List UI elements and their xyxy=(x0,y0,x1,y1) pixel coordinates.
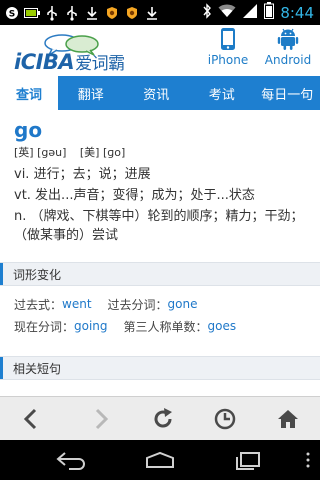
tab-daily-sentence[interactable]: 每日一句 xyxy=(255,76,320,110)
nav-home-button[interactable] xyxy=(140,448,180,472)
refresh-icon xyxy=(154,408,172,428)
battery-full-icon xyxy=(24,5,40,21)
definition-item: vt. 发出...声音；变得；成为；处于...状态 xyxy=(14,188,255,203)
browser-back-button[interactable] xyxy=(17,405,45,433)
overflow-menu-icon[interactable] xyxy=(306,452,310,468)
phonetic-uk[interactable]: [英] [gəu] xyxy=(14,146,66,159)
browser-refresh-button[interactable] xyxy=(149,405,177,433)
browser-history-button[interactable] xyxy=(211,405,239,433)
tab-news[interactable]: 资讯 xyxy=(124,76,190,110)
browser-forward-button[interactable] xyxy=(87,405,115,433)
iciba-logo[interactable]: iCIBA爱词霸 xyxy=(14,31,125,74)
third-person-label: 第三人称单数： xyxy=(123,319,208,334)
logo-wordmark: iCIBA爱词霸 xyxy=(14,49,125,74)
past-participle-label: 过去分词： xyxy=(107,297,168,312)
nav-back-button[interactable] xyxy=(52,448,92,472)
svg-text:S: S xyxy=(9,9,15,19)
home-icon xyxy=(278,410,298,428)
android-icon xyxy=(277,28,299,50)
logo-cn-text: 爱词霸 xyxy=(75,54,125,74)
system-icons: 8:44 xyxy=(202,2,314,23)
section-accent-bar xyxy=(0,263,3,285)
main-tabs: 查词 翻译 资讯 考试 每日一句 xyxy=(0,76,320,110)
tab-lookup[interactable]: 查词 xyxy=(0,76,58,110)
notification-icons: S xyxy=(4,3,160,22)
word-forms-header[interactable]: 词形变化 xyxy=(0,262,320,286)
dictionary-entry: go [英] [gəu] [美] [ɡo] vi. 进行；去；说；进展 vt. … xyxy=(0,110,320,396)
recents-icon xyxy=(236,452,260,470)
iphone-link[interactable]: iPhone xyxy=(200,27,256,73)
tab-exam[interactable]: 考试 xyxy=(189,76,255,110)
signal-icon xyxy=(242,3,258,23)
word-forms-title: 词形变化 xyxy=(13,267,62,282)
related-phrases-title: 相关短句 xyxy=(13,361,62,376)
phonetics: [英] [gəu] [美] [ɡo] xyxy=(14,144,135,160)
browser-toolbar xyxy=(0,396,320,440)
battery-icon xyxy=(264,2,275,23)
phonetic-us[interactable]: [美] [ɡo] xyxy=(80,146,125,159)
definitions-list: vi. 进行；去；说；进展 vt. 发出...声音；变得；成为；处于...状态 … xyxy=(14,165,306,247)
back-icon xyxy=(23,408,37,430)
word-forms-row: 过去式： went 过去分词： gone xyxy=(14,293,314,315)
browser-home-button[interactable] xyxy=(274,405,302,433)
definition-item: n. （牌戏、下棋等中）轮到的顺序；精力；干劲；（做某事的）尝试 xyxy=(14,209,304,243)
download-icon xyxy=(144,5,160,21)
android-label: Android xyxy=(264,53,312,67)
third-person-link[interactable]: goes xyxy=(208,319,237,333)
nav-recents-button[interactable] xyxy=(228,448,268,472)
iphone-label: iPhone xyxy=(207,53,249,67)
android-link[interactable]: Android xyxy=(260,27,316,73)
system-nav-bar xyxy=(0,440,320,480)
word-forms-row: 现在分词： going 第三人称单数： goes xyxy=(14,315,314,337)
back-icon xyxy=(56,452,85,470)
headword: go xyxy=(14,118,43,142)
present-participle-link[interactable]: going xyxy=(74,319,108,333)
related-phrases-header[interactable]: 相关短句 xyxy=(0,356,320,380)
bluetooth-icon xyxy=(202,2,212,23)
usb-icon xyxy=(64,5,80,21)
wifi-icon xyxy=(218,3,236,22)
app-header: iCIBA爱词霸 iPhone Android xyxy=(0,25,320,76)
tab-translate[interactable]: 翻译 xyxy=(58,76,124,110)
app-icon xyxy=(124,5,140,21)
usb-icon xyxy=(44,5,60,21)
word-forms: 过去式： went 过去分词： gone 现在分词： going 第三人称单数：… xyxy=(14,293,314,337)
past-tense-link[interactable]: went xyxy=(62,297,92,311)
download-icon xyxy=(84,5,100,21)
past-participle-link[interactable]: gone xyxy=(168,297,198,311)
app-icon xyxy=(104,5,120,21)
forward-icon xyxy=(95,408,109,430)
skype-icon: S xyxy=(4,5,20,21)
past-tense-label: 过去式： xyxy=(14,297,63,312)
history-icon xyxy=(214,408,236,430)
present-participle-label: 现在分词： xyxy=(14,319,75,334)
status-bar: S 8:44 xyxy=(0,0,320,25)
section-accent-bar xyxy=(0,357,3,379)
definition-item: vi. 进行；去；说；进展 xyxy=(14,167,151,182)
logo-text: iCIBA xyxy=(14,50,75,74)
clock: 8:44 xyxy=(280,3,314,22)
home-icon xyxy=(146,451,174,468)
phone-icon xyxy=(221,28,235,50)
